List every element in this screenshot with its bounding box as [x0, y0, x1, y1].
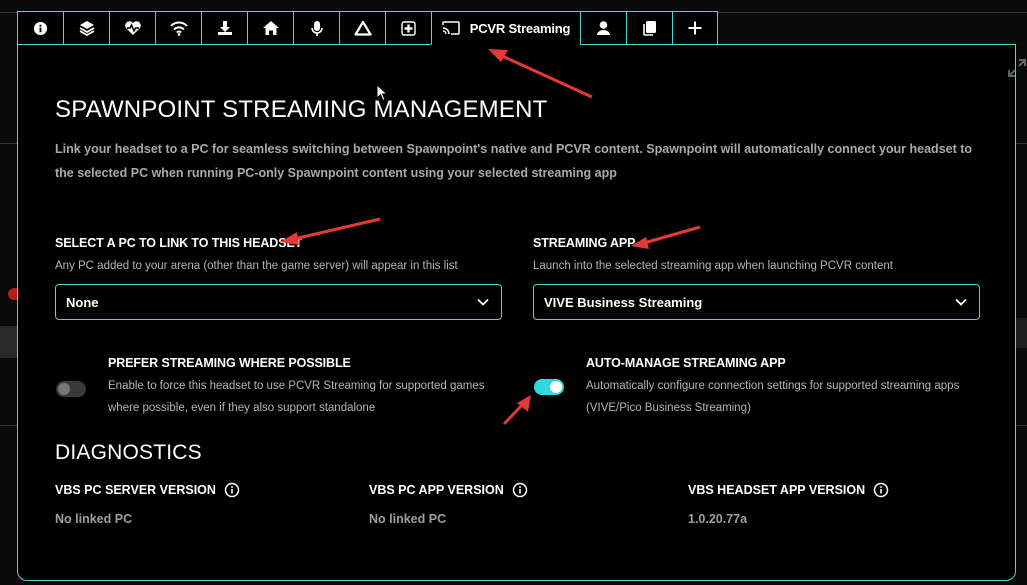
- pc-select-value: None: [66, 294, 99, 310]
- streaming-management-panel: SPAWNPOINT STREAMING MANAGEMENT Link you…: [17, 44, 1026, 581]
- copy-icon: [643, 21, 656, 36]
- diag-label-pc-server: VBS PC SERVER VERSION: [55, 482, 240, 498]
- prefer-streaming-hint-2: where possible, even if they also suppor…: [108, 402, 376, 414]
- chevron-down-icon: [955, 298, 967, 306]
- tab-layers[interactable]: [63, 11, 109, 45]
- auto-manage-toggle[interactable]: [534, 379, 564, 395]
- diag-label-text: VBS PC APP VERSION: [369, 483, 504, 497]
- background-divider: [0, 143, 17, 144]
- background-box: [1016, 318, 1027, 348]
- diag-label-pc-app: VBS PC APP VERSION: [369, 482, 528, 498]
- layers-icon: [79, 21, 94, 36]
- diag-value-headset-app: 1.0.20.77a: [688, 512, 748, 526]
- download-icon: [217, 21, 232, 35]
- tab-network[interactable]: [155, 11, 201, 45]
- background-red-dot: [8, 288, 17, 300]
- page-description: Link your headset to a PC for seamless s…: [55, 142, 973, 180]
- pc-link-label: SELECT A PC TO LINK TO THIS HEADSET: [55, 236, 303, 250]
- plus-icon: [688, 21, 702, 35]
- prefer-streaming-hint-1: Enable to force this headset to use PCVR…: [108, 380, 485, 392]
- diag-label-headset-app: VBS HEADSET APP VERSION: [688, 482, 889, 498]
- background-divider: [1016, 143, 1027, 144]
- tab-pcvr-streaming[interactable]: PCVR Streaming: [431, 11, 580, 45]
- diag-label-text: VBS HEADSET APP VERSION: [688, 483, 866, 497]
- background-box: [0, 326, 17, 358]
- info-icon[interactable]: [512, 482, 528, 498]
- tab-controls[interactable]: [385, 11, 431, 45]
- diag-value-pc-server: No linked PC: [55, 512, 133, 526]
- pc-select-dropdown[interactable]: None: [55, 284, 502, 320]
- home-icon: [262, 21, 279, 35]
- info-icon: [33, 21, 48, 35]
- auto-manage-hint-1: Automatically configure connection setti…: [586, 380, 960, 392]
- tab-voice[interactable]: [293, 11, 339, 45]
- tab-platform[interactable]: [339, 11, 385, 45]
- tab-add[interactable]: [672, 11, 718, 45]
- auto-manage-label: AUTO-MANAGE STREAMING APP: [586, 356, 786, 370]
- tab-label: PCVR Streaming: [469, 20, 571, 36]
- prefer-streaming-toggle[interactable]: [56, 381, 86, 397]
- tab-health[interactable]: [109, 11, 155, 45]
- auto-manage-hint-2: (VIVE/Pico Business Streaming): [586, 402, 751, 414]
- streaming-app-label: STREAMING APP: [533, 236, 636, 250]
- tab-home[interactable]: [247, 11, 293, 45]
- diag-label-text: VBS PC SERVER VERSION: [55, 483, 216, 497]
- tab-copies[interactable]: [626, 11, 672, 45]
- streaming-app-value: VIVE Business Streaming: [544, 294, 703, 310]
- cast-icon: [441, 21, 460, 35]
- pc-link-hint: Any PC added to your arena (other than t…: [55, 260, 458, 272]
- heartbeat-icon: [124, 21, 141, 35]
- streaming-app-dropdown[interactable]: VIVE Business Streaming: [533, 284, 980, 320]
- info-icon[interactable]: [873, 482, 889, 498]
- chevron-down-icon: [477, 298, 489, 306]
- wifi-icon: [169, 21, 188, 36]
- tab-info[interactable]: [17, 11, 63, 45]
- diag-value-pc-app: No linked PC: [369, 512, 447, 526]
- tab-user[interactable]: [580, 11, 626, 45]
- background-divider: [1016, 425, 1027, 426]
- dpad-icon: [401, 20, 416, 36]
- mouse-cursor-icon: [376, 84, 388, 102]
- diagnostics-title: DIAGNOSTICS: [55, 441, 202, 464]
- toggle-knob: [550, 381, 562, 393]
- tab-bar: PCVR Streaming: [17, 11, 718, 45]
- tab-downloads[interactable]: [201, 11, 247, 45]
- user-icon: [597, 21, 610, 35]
- expand-icon[interactable]: [1008, 59, 1026, 77]
- streaming-app-hint: Launch into the selected streaming app w…: [533, 260, 893, 272]
- triangle-logo-icon: [353, 20, 372, 36]
- toggle-knob: [58, 383, 70, 395]
- microphone-icon: [310, 20, 323, 36]
- info-icon[interactable]: [224, 482, 240, 498]
- background-divider: [0, 425, 17, 426]
- prefer-streaming-label: PREFER STREAMING WHERE POSSIBLE: [108, 356, 351, 370]
- page-title: SPAWNPOINT STREAMING MANAGEMENT: [55, 96, 548, 123]
